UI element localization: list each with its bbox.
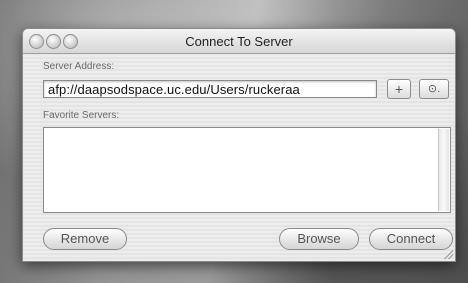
window-title: Connect To Server — [185, 34, 293, 49]
favorite-servers-label: Favorite Servers: — [43, 110, 120, 121]
list-scrollbar[interactable] — [438, 129, 449, 211]
favorite-servers-list[interactable] — [43, 127, 451, 213]
resize-grip-icon[interactable] — [443, 249, 453, 259]
browse-button[interactable]: Browse — [279, 228, 359, 250]
connect-button[interactable]: Connect — [369, 228, 453, 250]
title-bar[interactable]: Connect To Server — [23, 29, 455, 54]
server-address-label: Server Address: — [43, 61, 115, 72]
remove-button[interactable]: Remove — [43, 228, 127, 250]
recent-servers-button[interactable]: ⊙. — [419, 79, 449, 99]
add-favorite-button[interactable]: + — [387, 79, 411, 99]
connect-to-server-window: Connect To Server Server Address: afp://… — [22, 28, 456, 262]
server-address-input[interactable]: afp://daapsodspace.uc.edu/Users/ruckeraa — [43, 80, 377, 98]
